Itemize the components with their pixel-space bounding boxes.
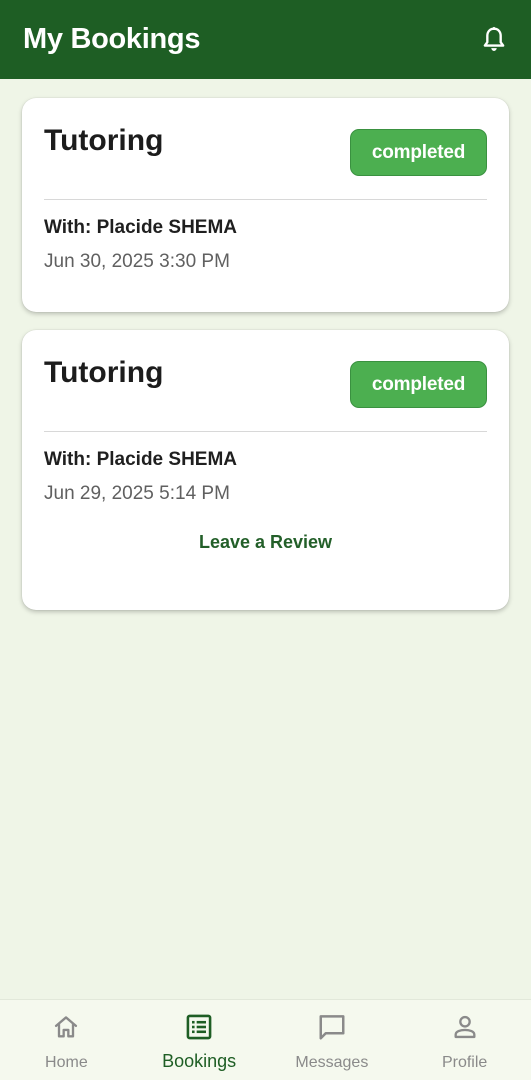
notifications-button[interactable] — [479, 25, 509, 55]
booking-provider: With: Placide SHEMA — [44, 217, 238, 238]
booking-datetime: Jun 29, 2025 5:14 PM — [44, 483, 230, 504]
nav-item-bookings[interactable]: Bookings — [133, 1000, 266, 1080]
nav-label-home: Home — [45, 1054, 88, 1071]
booking-datetime: Jun 30, 2025 3:30 PM — [44, 251, 230, 272]
booking-card[interactable]: Tutoring completed With: Placide SHEMA J… — [22, 330, 509, 610]
booking-card[interactable]: Tutoring completed With: Placide SHEMA J… — [22, 98, 509, 312]
nav-item-home[interactable]: Home — [0, 1000, 133, 1080]
card-divider — [44, 431, 487, 432]
nav-label-messages: Messages — [295, 1054, 369, 1071]
page-title: My Bookings — [23, 23, 201, 55]
home-icon — [51, 1012, 81, 1042]
status-badge: completed — [350, 361, 487, 408]
person-icon — [450, 1012, 480, 1042]
nav-item-messages[interactable]: Messages — [266, 1000, 399, 1080]
booking-provider: With: Placide SHEMA — [44, 449, 238, 470]
leave-review-button[interactable]: Leave a Review — [44, 530, 487, 554]
booking-title: Tutoring — [44, 124, 164, 157]
bookings-list: Tutoring completed With: Placide SHEMA J… — [22, 98, 509, 628]
card-divider — [44, 199, 487, 200]
booking-card-header: Tutoring completed — [44, 98, 487, 199]
app-screen: My Bookings Tutoring completed With: Pla… — [0, 0, 531, 1080]
booking-title: Tutoring — [44, 356, 164, 389]
nav-label-bookings: Bookings — [162, 1051, 237, 1071]
booking-details: With: Placide SHEMA Jun 30, 2025 3:30 PM — [44, 216, 487, 312]
booking-card-header: Tutoring completed — [44, 330, 487, 431]
nav-item-profile[interactable]: Profile — [398, 1000, 531, 1080]
list-icon — [184, 1012, 214, 1042]
nav-label-profile: Profile — [441, 1054, 488, 1071]
bottom-navigation: Home Bookings Messages Profile — [0, 999, 531, 1080]
status-badge: completed — [350, 129, 487, 176]
bell-icon — [483, 26, 505, 51]
app-bar: My Bookings — [0, 0, 531, 79]
booking-details: With: Placide SHEMA Jun 29, 2025 5:14 PM… — [44, 448, 487, 610]
chat-icon — [317, 1012, 347, 1042]
